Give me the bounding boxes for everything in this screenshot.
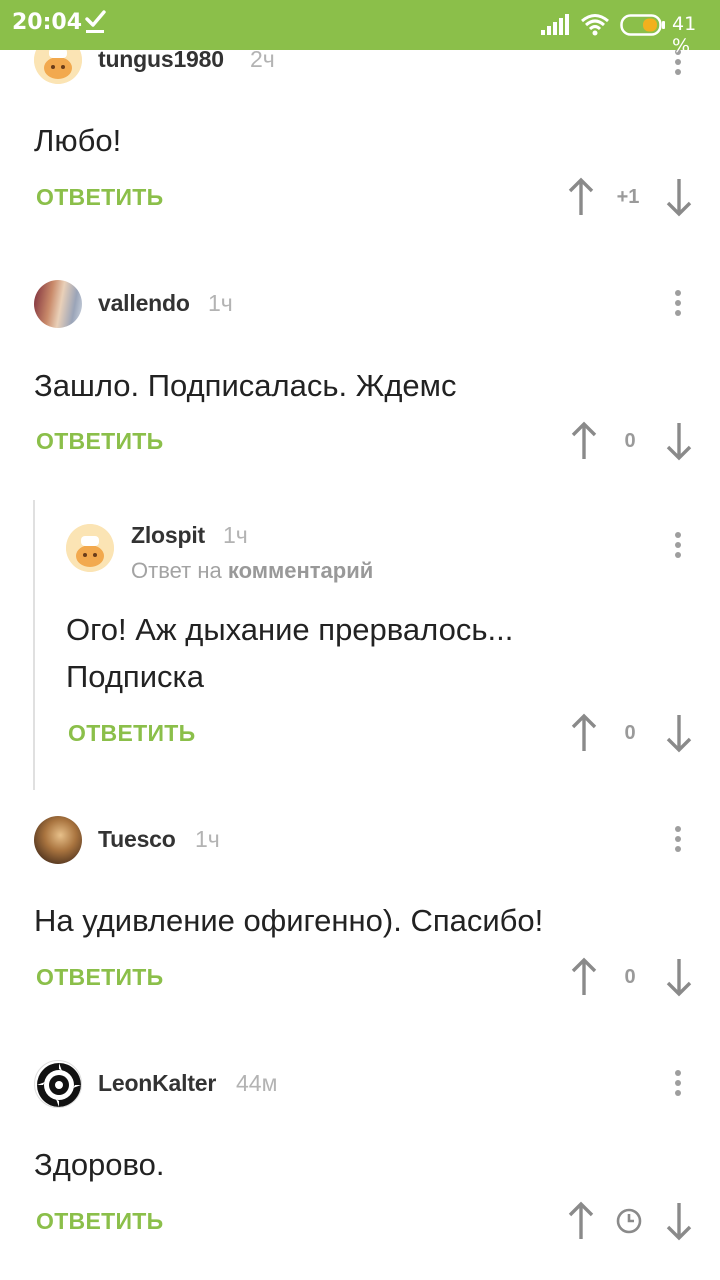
reply-button[interactable]: ОТВЕТИТЬ — [36, 184, 163, 211]
comment-text: Любо! — [34, 123, 122, 158]
battery-percent: 41 % — [672, 13, 697, 57]
photo-avatar[interactable] — [34, 816, 82, 864]
upvote-arrow-icon[interactable] — [567, 1201, 595, 1241]
wifi-icon — [581, 14, 609, 36]
comment-text: Ого! Аж дыхание прервалось... Подписка — [66, 606, 513, 700]
downvote-arrow-icon[interactable] — [665, 713, 693, 753]
comment-author[interactable]: LeonKalter — [98, 1070, 216, 1097]
more-options-icon[interactable] — [668, 529, 688, 563]
comment-text: Здорово. — [34, 1147, 165, 1182]
comment-text: Зашло. Подписалась. Ждемс — [34, 368, 457, 403]
clock-icon — [616, 1208, 642, 1234]
upvote-arrow-icon[interactable] — [570, 713, 598, 753]
comment-age: 44м — [236, 1070, 278, 1096]
reply-button[interactable]: ОТВЕТИТЬ — [36, 1208, 163, 1235]
comment-age: 2ч — [250, 46, 275, 72]
reply-to-link[interactable]: комментарий — [228, 558, 373, 583]
spiral-avatar[interactable] — [34, 1060, 82, 1108]
cell-signal-icon — [541, 14, 569, 35]
downvote-arrow-icon[interactable] — [665, 1201, 693, 1241]
status-time: 20:04 — [12, 10, 83, 35]
comment: LeonKalter 44м Здорово. ОТВЕТИТЬ — [0, 1040, 720, 1280]
downvote-arrow-icon[interactable] — [665, 421, 693, 461]
reply-button[interactable]: ОТВЕТИТЬ — [36, 428, 163, 455]
comment-age: 1ч — [208, 290, 233, 316]
comment: vallendo 1ч Зашло. Подписалась. Ждемс ОТ… — [0, 260, 720, 500]
downvote-arrow-icon[interactable] — [665, 177, 693, 217]
reply-to-line: Ответ на комментарий — [131, 558, 373, 584]
comment-author[interactable]: tungus1980 — [98, 46, 224, 73]
photo-avatar[interactable] — [34, 280, 82, 328]
more-options-icon[interactable] — [668, 1067, 688, 1101]
reply-button[interactable]: ОТВЕТИТЬ — [68, 720, 195, 747]
comment-age: 1ч — [223, 522, 248, 548]
chef-avatar-icon[interactable] — [66, 524, 114, 572]
battery-icon — [620, 14, 665, 36]
comment-text-line: Ого! Аж дыхание прервалось... — [66, 612, 514, 647]
status-bar: 20:04 41 % — [0, 0, 720, 57]
reply-button[interactable]: ОТВЕТИТЬ — [36, 964, 163, 991]
comment-author[interactable]: Zlospit — [131, 522, 205, 549]
comment-author[interactable]: vallendo — [98, 290, 190, 317]
upvote-arrow-icon[interactable] — [567, 177, 595, 217]
comment-author[interactable]: Tuesco — [98, 826, 176, 853]
comment: Tuesco 1ч На удивление офигенно). Спасиб… — [0, 790, 720, 1040]
comment-score: +1 — [616, 186, 640, 208]
comment-score: 0 — [624, 966, 636, 988]
upvote-arrow-icon[interactable] — [570, 421, 598, 461]
downvote-arrow-icon[interactable] — [665, 957, 693, 997]
comment: Zlospit 1ч Ответ на комментарий Ого! Аж … — [0, 500, 720, 790]
comment-text: На удивление офигенно). Спасибо! — [34, 903, 544, 938]
upvote-arrow-icon[interactable] — [570, 957, 598, 997]
more-options-icon[interactable] — [668, 823, 688, 857]
comment-score: 0 — [624, 722, 636, 744]
more-options-icon[interactable] — [668, 287, 688, 321]
reply-to-prefix: Ответ на — [131, 558, 222, 583]
comment-score: 0 — [624, 430, 636, 452]
comment-text-line: Подписка — [66, 659, 205, 694]
comment-age: 1ч — [195, 826, 220, 852]
download-complete-icon — [85, 10, 106, 33]
